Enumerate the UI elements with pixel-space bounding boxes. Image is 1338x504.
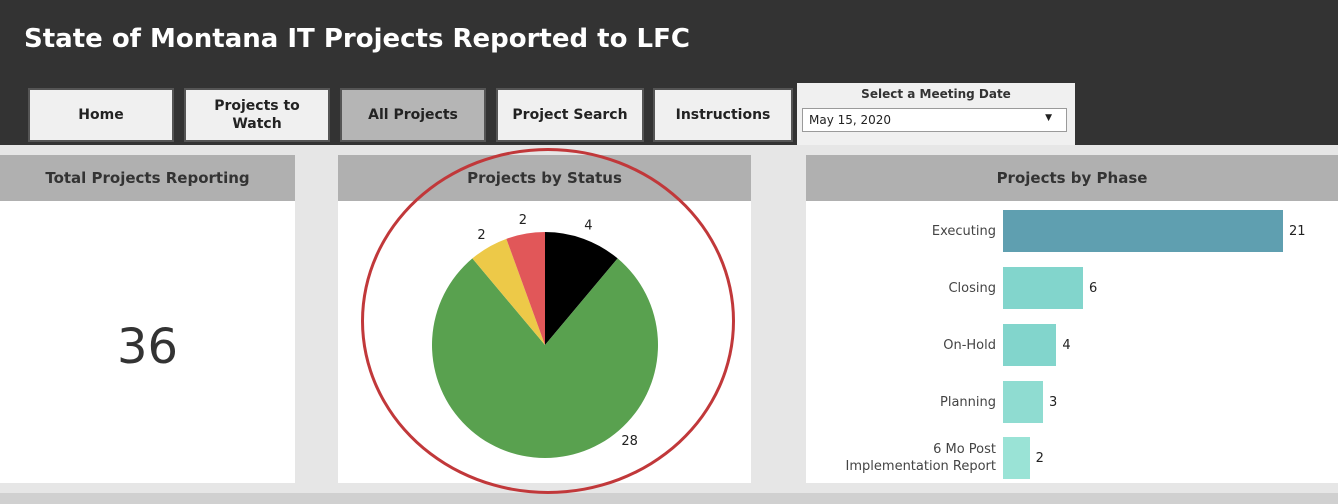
bar-category-label: Planning xyxy=(940,394,996,410)
total-projects-title: Total Projects Reporting xyxy=(45,169,250,187)
bar-category-label: Closing xyxy=(948,280,996,296)
phase-bar[interactable] xyxy=(1003,267,1083,309)
projects-to-watch-label: Projects to Watch xyxy=(214,98,300,132)
projects-to-watch-button[interactable]: Projects to Watch xyxy=(184,88,330,142)
bar-category-label: On-Hold xyxy=(943,337,996,353)
project-search-button[interactable]: Project Search xyxy=(496,88,644,142)
bar-category-label: 6 Mo Post Implementation Report xyxy=(845,442,996,474)
meeting-date-dropdown[interactable]: May 15, 2020 ▼ xyxy=(802,108,1067,132)
instructions-button[interactable]: Instructions xyxy=(653,88,793,142)
home-button-label: Home xyxy=(78,107,124,123)
meeting-date-filter: Select a Meeting Date May 15, 2020 ▼ xyxy=(797,83,1075,145)
pie-slice-label: 4 xyxy=(584,219,592,234)
meeting-date-label: Select a Meeting Date xyxy=(861,87,1011,101)
pie-slice-label: 28 xyxy=(621,434,638,449)
meeting-date-value: May 15, 2020 xyxy=(809,113,892,127)
project-search-label: Project Search xyxy=(512,107,628,123)
bottom-strip xyxy=(0,493,1338,504)
total-projects-header: Total Projects Reporting xyxy=(0,155,295,201)
phase-chart-panel: Executing 21 Closing 6 On-Hold 4 Planning 3 6 Mo… xyxy=(806,201,1338,483)
all-projects-button[interactable]: All Projects xyxy=(340,88,486,142)
bar-value-label: 21 xyxy=(1289,224,1306,239)
status-chart-panel: 4 28 2 2 xyxy=(338,201,751,483)
phase-chart-title: Projects by Phase xyxy=(996,169,1148,187)
total-projects-panel: 36 xyxy=(0,201,295,483)
status-pie-chart: 4 28 2 2 xyxy=(432,213,658,458)
bar-value-label: 4 xyxy=(1062,338,1071,353)
bar-value-label: 2 xyxy=(1035,451,1044,466)
dashboard-header: State of Montana IT Projects Reported to… xyxy=(0,0,1338,145)
home-button[interactable]: Home xyxy=(28,88,174,142)
phase-chart-header: Projects by Phase xyxy=(806,155,1338,201)
phase-bar-chart: Executing 21 Closing 6 On-Hold 4 Planning 3 6 Mo… xyxy=(806,201,1338,483)
chevron-down-icon: ▼ xyxy=(1045,113,1052,123)
status-chart-title: Projects by Status xyxy=(467,169,622,187)
bar-value-label: 6 xyxy=(1089,281,1098,296)
pie-slice-label: 2 xyxy=(519,213,527,228)
bar-value-label: 3 xyxy=(1049,395,1058,410)
total-projects-value: 36 xyxy=(116,319,179,375)
status-chart-header: Projects by Status xyxy=(338,155,751,201)
phase-bar[interactable] xyxy=(1003,210,1283,252)
bar-category-label: Executing xyxy=(931,223,996,239)
phase-bar[interactable] xyxy=(1003,381,1043,423)
all-projects-label: All Projects xyxy=(368,107,458,123)
instructions-label: Instructions xyxy=(675,107,771,123)
pie-slice-label: 2 xyxy=(477,228,485,243)
phase-bar[interactable] xyxy=(1003,324,1057,366)
page-title: State of Montana IT Projects Reported to… xyxy=(24,24,690,54)
phase-bar[interactable] xyxy=(1003,437,1030,479)
